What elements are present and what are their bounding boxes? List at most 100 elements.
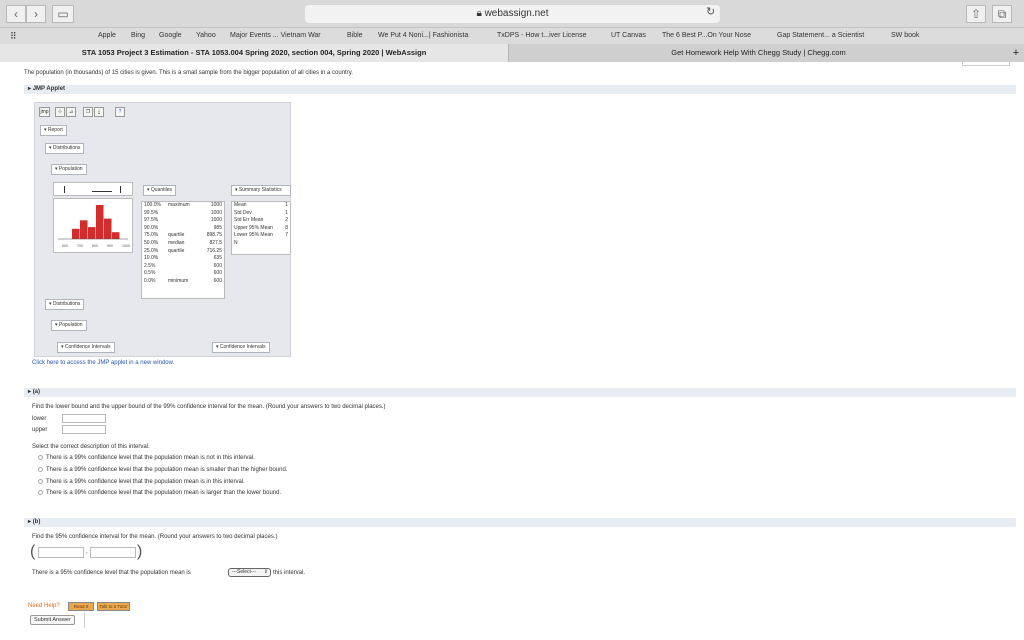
quantile-row: 2.5% 600 xyxy=(142,263,224,271)
favorite-link[interactable]: The 6 Best P...On Your Nose xyxy=(662,28,751,44)
distributions-outline[interactable]: ▾ Distributions xyxy=(45,143,85,154)
tab-strip: STA 1053 Project 3 Estimation - STA 1053… xyxy=(0,44,1024,62)
summary-value: 1 xyxy=(285,202,288,208)
radio-button[interactable] xyxy=(38,479,43,484)
divider xyxy=(84,612,85,628)
ci-left-outline[interactable]: ▾ Confidence Intervals xyxy=(57,342,115,353)
open-paren: ( xyxy=(30,543,36,560)
quantile-percent: 50.0% xyxy=(144,239,159,246)
quantile-value: 1000 xyxy=(210,209,222,216)
radio-button[interactable] xyxy=(38,455,43,460)
submit-answer-button[interactable]: Submit Answer xyxy=(30,615,75,625)
part-a-question: Find the lower bound and the upper bound… xyxy=(32,404,386,410)
favorite-link[interactable]: Bing xyxy=(131,28,145,44)
population-outline[interactable]: ▾ Population xyxy=(51,164,87,175)
tab-chegg[interactable]: Get Homework Help With Chegg Study | Che… xyxy=(508,44,1008,62)
lower-label: lower xyxy=(32,416,47,422)
close-paren: ) xyxy=(137,543,143,560)
tabs-icon[interactable]: ⧉ xyxy=(992,5,1012,23)
favorite-link[interactable]: Google xyxy=(159,28,182,44)
histogram: 600 700 800 900 1000 xyxy=(53,198,133,253)
copy-icon[interactable]: ❐ xyxy=(83,107,93,117)
favorite-link[interactable]: UT Canvas xyxy=(611,28,646,44)
interval-select[interactable]: ---Select--- ⇕ xyxy=(228,568,271,577)
ci-lower-input[interactable] xyxy=(38,547,84,558)
sidebar-icon[interactable]: ▭ xyxy=(52,5,74,23)
jmp-logo-icon[interactable]: jmp xyxy=(39,107,50,117)
quantile-percent: 2.5% xyxy=(144,262,156,269)
quantile-percent: 90.0% xyxy=(144,224,159,231)
talk-tutor-button[interactable]: Talk to a Tutor xyxy=(97,602,130,611)
quantiles-outline[interactable]: ▾ Quantiles xyxy=(143,185,177,196)
population2-outline[interactable]: ▾ Population xyxy=(51,320,87,331)
grid-icon[interactable]: ⠿ xyxy=(10,28,17,44)
collapse-icon: ▸ xyxy=(28,86,32,92)
new-tab-icon[interactable]: + xyxy=(1008,44,1024,62)
intro-text: The population (in thousands) of 15 citi… xyxy=(24,70,353,76)
favorite-link[interactable]: Yahoo xyxy=(196,28,216,44)
quantile-percent: 75.0% xyxy=(144,232,159,239)
help-icon[interactable]: ? xyxy=(115,107,125,117)
brush-tool-icon[interactable]: ⊿ xyxy=(66,107,76,117)
ci-right-outline[interactable]: ▾ Confidence Intervals xyxy=(212,342,270,353)
ci-upper-input[interactable] xyxy=(90,547,136,558)
summary-label: Upper 95% Mean xyxy=(234,224,273,231)
select-tool-icon[interactable]: ⊹ xyxy=(55,107,65,117)
collapse-icon: ▸ xyxy=(28,519,32,525)
quantile-label: maximum xyxy=(168,202,190,208)
back-icon[interactable]: ‹ xyxy=(6,5,26,23)
browser-toolbar: ‹ › ▭ 🔒︎ webassign.net ↻ ⇧ ⧉ xyxy=(0,0,1024,28)
favorite-link[interactable]: We Put 4 Noni...| Fashionista xyxy=(378,28,468,44)
quantile-percent: 25.0% xyxy=(144,247,159,254)
quantile-value: 635 xyxy=(213,255,222,262)
box-plot xyxy=(53,182,133,196)
radio-button[interactable] xyxy=(38,490,43,495)
histogram-bar xyxy=(112,232,120,239)
read-it-button[interactable]: Read It xyxy=(68,602,94,611)
quantile-label: quartile xyxy=(168,232,185,239)
tab-webassign[interactable]: STA 1053 Project 3 Estimation - STA 1053… xyxy=(0,44,508,62)
radio-button[interactable] xyxy=(38,467,43,472)
address-bar[interactable]: 🔒︎ webassign.net xyxy=(305,5,720,23)
forward-icon[interactable]: › xyxy=(26,5,46,23)
distributions2-outline[interactable]: ▾ Distributions xyxy=(45,299,85,310)
jmp-link[interactable]: Click here to access the JMP applet in a… xyxy=(32,360,174,366)
option-2[interactable]: There is a 99% confidence level that the… xyxy=(38,467,288,473)
summary-row: N xyxy=(232,240,290,248)
quantile-row: 99.5% 1000 xyxy=(142,210,224,218)
histogram-tick-label: 600 xyxy=(62,244,68,248)
quantile-row: 10.0% 635 xyxy=(142,255,224,263)
lock-icon: 🔒︎ xyxy=(476,8,482,19)
part-a-label: (a) xyxy=(32,389,41,395)
lower-input[interactable] xyxy=(62,414,106,423)
summary-row: Mean 1 xyxy=(232,202,290,210)
option-3[interactable]: There is a 99% confidence level that the… xyxy=(38,479,245,485)
quantile-label: minimum xyxy=(168,277,189,284)
reload-icon[interactable]: ↻ xyxy=(706,5,715,18)
option-1[interactable]: There is a 99% confidence level that the… xyxy=(38,455,255,461)
favorite-link[interactable]: Gap Statement... a Scientist xyxy=(777,28,864,44)
histogram-bar xyxy=(72,228,80,239)
quantile-row: 100.0% maximum 1000 xyxy=(142,202,224,210)
favorite-link[interactable]: SW book xyxy=(891,28,919,44)
option-4[interactable]: There is a 99% confidence level that the… xyxy=(38,490,281,496)
jmp-section-header[interactable]: ▸ JMP Applet xyxy=(24,85,1016,94)
share-icon[interactable]: ⇧ xyxy=(966,5,986,23)
upper-label: upper xyxy=(32,427,48,433)
summary-outline[interactable]: ▾ Summary Statistics xyxy=(231,185,291,196)
quantile-percent: 100.0% xyxy=(144,202,161,208)
quantile-value: 898.75 xyxy=(206,232,222,239)
favorites-bar: ⠿ Apple Bing Google Yahoo Major Events .… xyxy=(0,28,1024,44)
export-icon[interactable]: ⤓ xyxy=(94,107,104,117)
favorite-link[interactable]: Apple xyxy=(98,28,116,44)
favorite-link[interactable]: Bible xyxy=(347,28,363,44)
histogram-tick-label: 700 xyxy=(77,244,83,248)
summary-label: Std Dev xyxy=(234,209,252,216)
favorite-link[interactable]: TxDPS - How t...iver License xyxy=(497,28,586,44)
histogram-bar xyxy=(104,218,112,239)
quantile-percent: 97.5% xyxy=(144,217,159,224)
favorite-link[interactable]: Major Events ... Vietnam War xyxy=(230,28,321,44)
quantile-label: median xyxy=(168,239,185,246)
report-outline[interactable]: ▾ Report xyxy=(40,125,67,136)
upper-input[interactable] xyxy=(62,425,106,434)
